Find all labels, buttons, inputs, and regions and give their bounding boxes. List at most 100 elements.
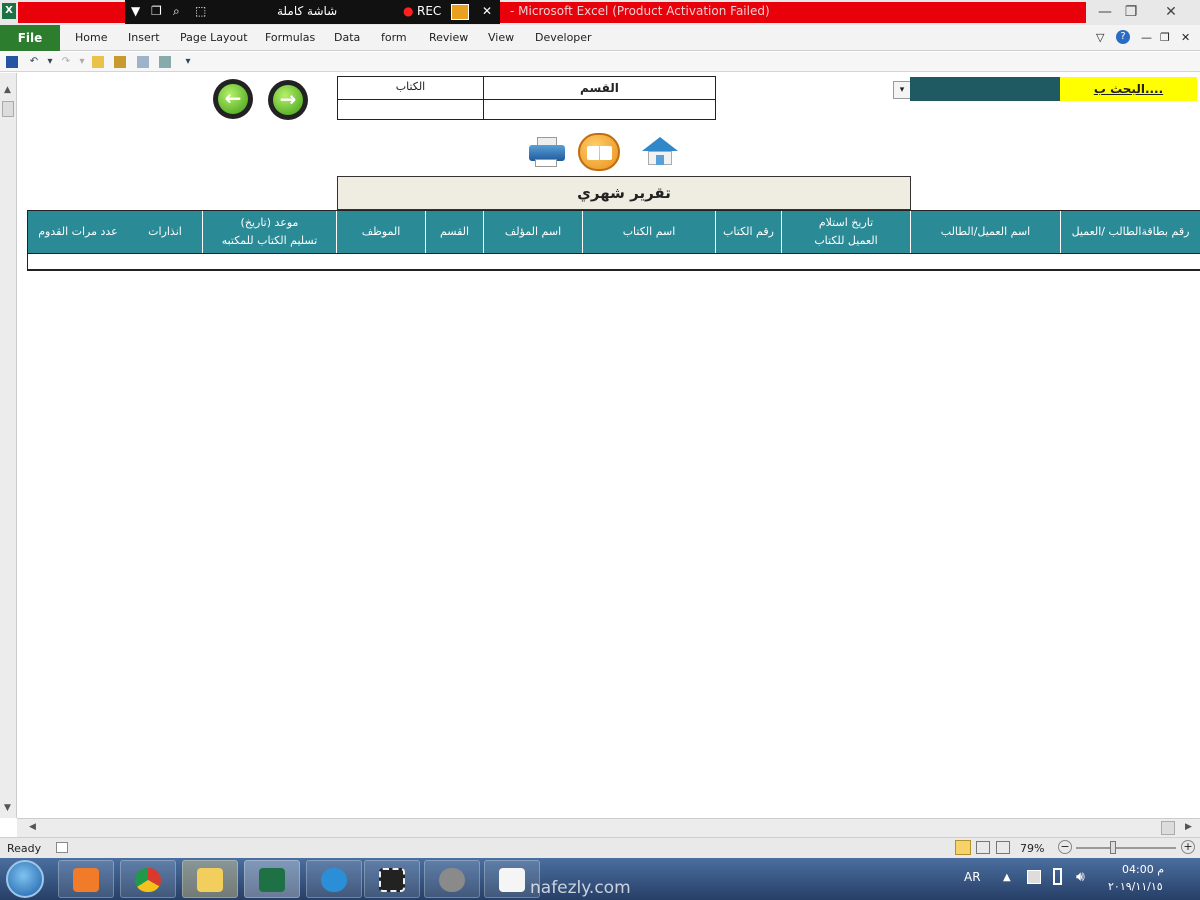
action-center-icon[interactable]	[1027, 870, 1041, 884]
ribbon-minimize-icon[interactable]: —	[1141, 31, 1152, 44]
restore-button[interactable]: ❐	[1118, 2, 1144, 22]
browse-folder-icon[interactable]	[114, 56, 126, 68]
screen-recorder-bar: ▼ ❐ ⌕ ⬚ شاشة كاملة ● REC ✕	[125, 0, 500, 24]
book-filter-input[interactable]	[337, 99, 484, 120]
undo-icon[interactable]: ↶	[28, 56, 40, 68]
scroll-right-icon[interactable]: ▶	[1185, 822, 1192, 832]
recorder-region-icon[interactable]: ⬚	[195, 4, 206, 18]
col-header-employee: الموظف	[337, 211, 426, 253]
title-bar: X - Microsoft Excel (Product Activation …	[0, 0, 1200, 25]
printer-icon[interactable]	[527, 135, 567, 169]
col-header-author-name: اسم المؤلف	[484, 211, 583, 253]
start-orb-icon[interactable]	[6, 860, 44, 898]
horizontal-scrollbar[interactable]: ◀ ▶	[17, 818, 1200, 837]
page-break-view-icon[interactable]	[996, 841, 1010, 854]
taskbar-movie-maker[interactable]	[424, 860, 480, 898]
zoom-slider-thumb[interactable]	[1110, 841, 1116, 854]
minimize-button[interactable]: —	[1092, 2, 1118, 22]
film-icon	[379, 868, 405, 892]
status-bar: Ready 79% − +	[0, 837, 1200, 858]
record-dot-icon: ●	[403, 4, 414, 18]
taskbar-ie[interactable]	[306, 860, 362, 898]
normal-view-icon[interactable]	[955, 840, 971, 855]
taskbar-video-editor[interactable]	[364, 860, 420, 898]
zoom-slider[interactable]	[1076, 847, 1176, 849]
tab-data[interactable]: Data	[334, 31, 360, 44]
macro-record-icon[interactable]	[56, 842, 68, 853]
recorder-close-icon[interactable]: ✕	[482, 4, 492, 18]
book-filter-label: الكتاب	[337, 76, 484, 100]
book-icon[interactable]	[578, 133, 620, 171]
recorder-rec-label[interactable]: REC	[417, 4, 441, 18]
tab-review[interactable]: Review	[429, 31, 468, 44]
undo-dropdown-icon[interactable]: ▾	[44, 56, 56, 68]
page-layout-view-icon[interactable]	[976, 841, 990, 854]
tab-view[interactable]: View	[488, 31, 514, 44]
open-folder-icon[interactable]	[92, 56, 104, 68]
tab-form[interactable]: form	[381, 31, 407, 44]
search-label[interactable]: البحث ب....	[1060, 77, 1197, 101]
tray-expand-icon[interactable]: ▲	[1003, 872, 1011, 883]
battery-icon[interactable]	[1053, 868, 1062, 885]
excel-logo-icon[interactable]: X	[2, 3, 16, 19]
recorder-window-icon[interactable]: ❐	[151, 4, 162, 18]
recorder-mode-label: شاشة كاملة	[277, 4, 338, 18]
tab-home[interactable]: Home	[75, 31, 107, 44]
home-icon[interactable]	[640, 137, 680, 167]
tab-page-layout[interactable]: Page Layout	[180, 31, 248, 44]
ribbon-restore-icon[interactable]: ❐	[1160, 31, 1170, 44]
form-icon[interactable]	[159, 56, 171, 68]
report-empty-row[interactable]	[27, 254, 1200, 271]
redo-icon[interactable]: ↷	[60, 56, 72, 68]
taskbar-chrome[interactable]	[120, 860, 176, 898]
customize-qat-icon[interactable]: ▾	[182, 56, 194, 68]
worksheet[interactable]: ← → الكتاب القسم ▾ البحث ب.... تقرير شهر…	[17, 73, 1200, 818]
vertical-scrollbar[interactable]: ▲ ▼	[0, 73, 17, 818]
close-button[interactable]: ✕	[1158, 2, 1184, 22]
redo-dropdown-icon[interactable]: ▾	[76, 56, 88, 68]
section-filter-input[interactable]	[483, 99, 716, 120]
ribbon-collapse-icon[interactable]: ▽	[1096, 31, 1104, 44]
language-indicator[interactable]: AR	[964, 870, 981, 884]
dropdown-icon[interactable]: ▾	[893, 81, 911, 99]
tab-file[interactable]: File	[0, 25, 60, 51]
taskbar-explorer[interactable]	[182, 860, 238, 898]
calendar-icon	[499, 868, 525, 892]
taskbar-media-player[interactable]	[58, 860, 114, 898]
scroll-up-icon[interactable]: ▲	[4, 85, 11, 95]
zoom-level[interactable]: 79%	[1020, 842, 1044, 855]
recorder-menu-icon[interactable]: ▼	[131, 4, 140, 18]
zoom-in-icon[interactable]: +	[1181, 840, 1195, 854]
taskbar: nafezly.com AR ▲ 🔊︎ 04:00 م ٢٠١٩/١١/١٥	[0, 858, 1200, 900]
hscroll-thumb[interactable]	[1161, 821, 1175, 835]
col-header-return-date: موعد (تاريخ) تسليم الكتاب للمكتبه	[203, 211, 337, 253]
ribbon-tabs: File Home Insert Page Layout Formulas Da…	[0, 25, 1200, 51]
tab-developer[interactable]: Developer	[535, 31, 592, 44]
volume-icon[interactable]: 🔊︎	[1076, 869, 1085, 885]
title-label: Microsoft Excel (Product Activation Fail…	[518, 4, 770, 18]
recorder-zoom-icon[interactable]: ⌕	[173, 4, 180, 19]
ribbon-close-icon[interactable]: ✕	[1181, 31, 1190, 44]
tab-insert[interactable]: Insert	[128, 31, 160, 44]
recorder-camera-icon[interactable]	[451, 4, 469, 20]
quick-access-toolbar: ↶ ▾ ↷ ▾ ▾	[0, 52, 1200, 72]
media-player-icon	[73, 868, 99, 892]
report-header-row: رقم بطاقةالطالب /العميل اسم العميل/الطال…	[27, 210, 1200, 254]
clock-date[interactable]: ٢٠١٩/١١/١٥	[1108, 880, 1163, 893]
clock-time[interactable]: 04:00 م	[1122, 863, 1164, 876]
report-title: تقرير شهري	[337, 176, 911, 210]
zoom-out-icon[interactable]: −	[1058, 840, 1072, 854]
print-preview-icon[interactable]	[137, 56, 149, 68]
section-filter-label: القسم	[483, 76, 716, 100]
back-arrow-icon[interactable]: ←	[213, 79, 253, 119]
taskbar-excel[interactable]	[244, 860, 300, 898]
tab-formulas[interactable]: Formulas	[265, 31, 315, 44]
scroll-left-icon[interactable]: ◀	[29, 822, 36, 832]
forward-arrow-icon[interactable]: →	[268, 80, 308, 120]
scroll-down-icon[interactable]: ▼	[4, 803, 11, 813]
help-icon[interactable]: ?	[1116, 30, 1130, 44]
save-icon[interactable]	[6, 56, 18, 68]
search-value-cell[interactable]	[910, 77, 1060, 101]
scroll-thumb[interactable]	[2, 101, 14, 117]
col-header-receive-date: تاريخ استلام العميل للكتاب	[782, 211, 911, 253]
